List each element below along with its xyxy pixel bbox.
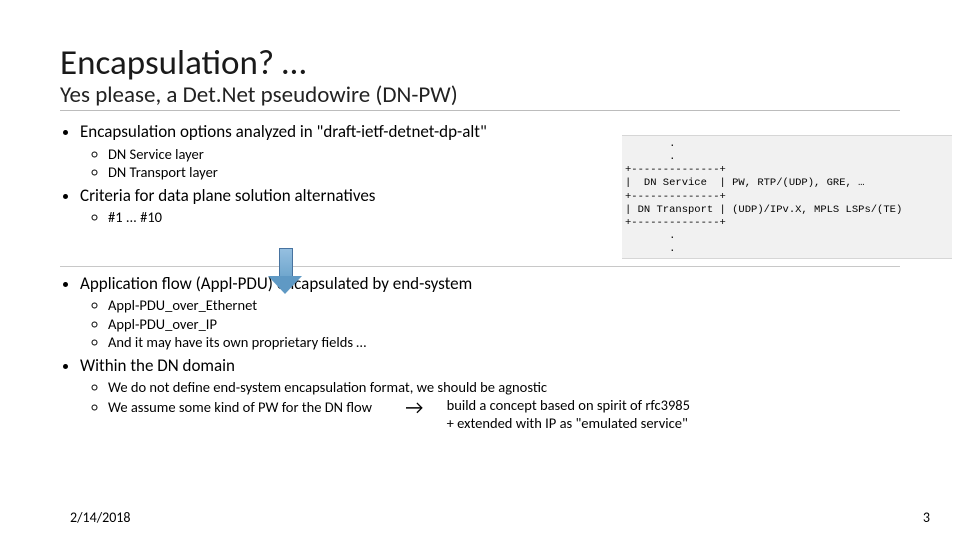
down-arrow-icon — [268, 248, 302, 298]
slide-number: 3 — [923, 509, 930, 526]
bullet-4: Within the DN domain We do not define en… — [80, 355, 900, 433]
stack-diagram-codebox: . . +--------------+ | DN Service | PW, … — [622, 135, 952, 259]
bullet-3b: Appl-PDU_over_IP — [108, 315, 900, 333]
bullet-4-text: Within the DN domain — [80, 355, 235, 376]
right-arrow-icon: → — [405, 396, 423, 421]
bullet-1-text: Encapsulation options analyzed in "draft… — [80, 121, 487, 142]
bullet-4a: We do not define end-system encapsulatio… — [108, 378, 900, 396]
bullet-4b-post1: build a concept based on spirit of rfc39… — [447, 396, 690, 414]
bullet-3: Application flow (Appl-PDU) encapsulated… — [80, 273, 900, 351]
bullet-4b-post2: + extended with IP as "emulated service" — [447, 414, 688, 432]
bullet-3a: Appl-PDU_over_Ethernet — [108, 296, 900, 314]
bullet-2-text: Criteria for data plane solution alterna… — [80, 185, 375, 206]
bullet-4b: We assume some kind of PW for the DN flo… — [108, 396, 900, 432]
footer-date: 2/14/2018 — [70, 509, 130, 526]
bullet-4b-pre: We assume some kind of PW for the DN flo… — [108, 398, 372, 416]
slide-subtitle: Yes please, a Det.Net pseudowire (DN-PW) — [60, 83, 900, 108]
slide-title: Encapsulation? … — [60, 30, 900, 81]
slide: Encapsulation? … Yes please, a Det.Net p… — [0, 0, 960, 540]
mid-divider — [60, 266, 900, 267]
bullet-3c: And it may have its own proprietary fiel… — [108, 333, 900, 351]
title-divider — [60, 110, 900, 111]
